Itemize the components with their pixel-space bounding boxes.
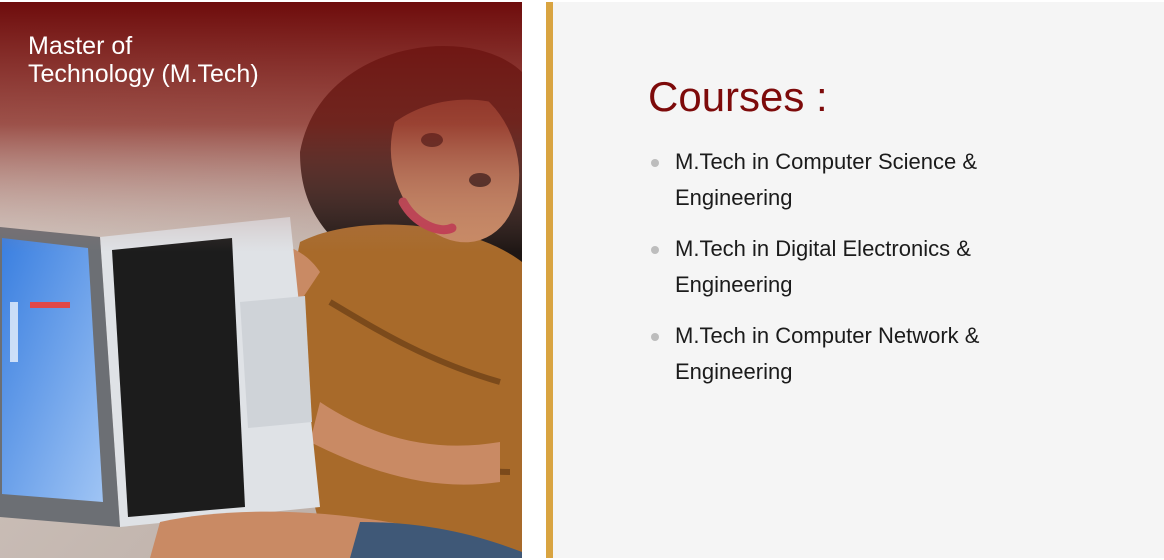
course-item-cne: M.Tech in Computer Network & Engineering <box>648 318 1028 390</box>
course-item-label: M.Tech in Computer Science & Engineering <box>675 149 978 210</box>
course-item-label: M.Tech in Computer Network & Engineering <box>675 323 980 384</box>
bullet-icon <box>651 333 659 341</box>
accent-bar <box>546 2 553 558</box>
courses-heading: Courses : <box>648 73 828 120</box>
course-item-label: M.Tech in Digital Electronics & Engineer… <box>675 236 971 297</box>
hero-title-line2: Technology (M.Tech) <box>28 60 259 88</box>
bullet-icon <box>651 159 659 167</box>
page: Master of Technology (M.Tech) Courses : … <box>0 0 1164 560</box>
course-item-cse: M.Tech in Computer Science & Engineering <box>648 144 1028 216</box>
hero-photo: Master of Technology (M.Tech) <box>0 2 522 558</box>
bullet-icon <box>651 246 659 254</box>
course-list: M.Tech in Computer Science & Engineering… <box>648 144 1028 405</box>
course-item-dee: M.Tech in Digital Electronics & Engineer… <box>648 231 1028 303</box>
hero-title-line1: Master of <box>28 32 133 60</box>
panel-gap <box>522 0 546 560</box>
hero-title: Master of Technology (M.Tech) <box>28 32 259 88</box>
courses-panel: Courses : M.Tech in Computer Science & E… <box>553 2 1164 558</box>
